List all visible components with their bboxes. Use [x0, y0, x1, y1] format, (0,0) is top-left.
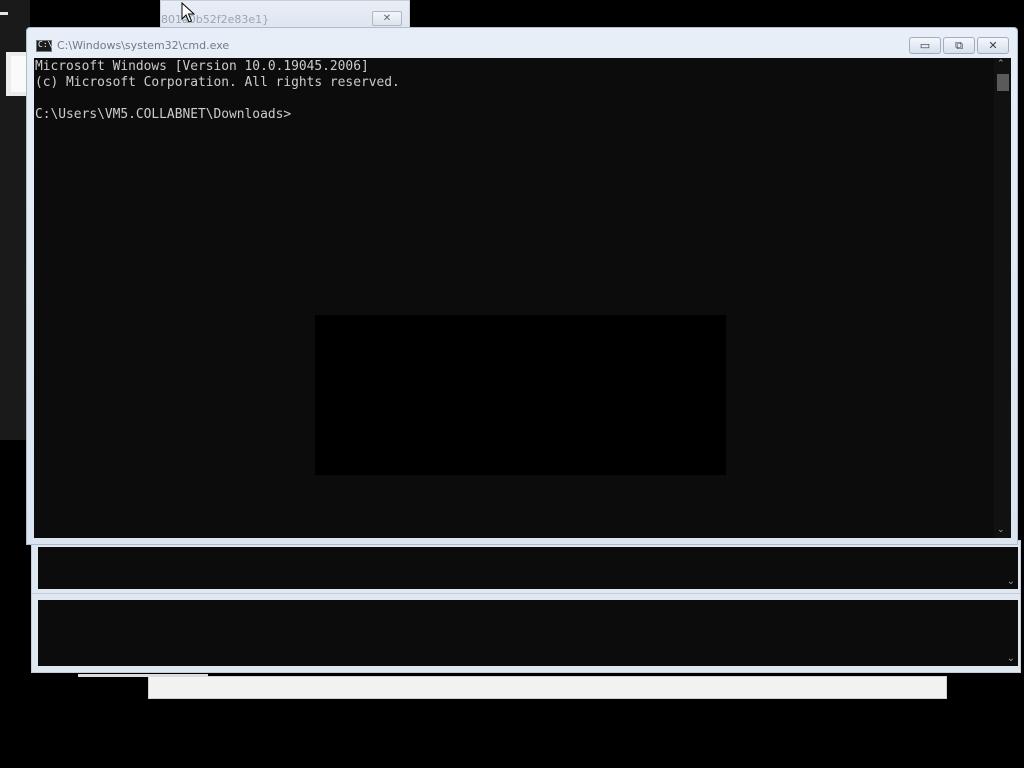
chevron-down-icon[interactable]: ⌄ [1007, 654, 1015, 664]
console-line-version: Microsoft Windows [Version 10.0.19045.20… [35, 59, 369, 74]
background-window-titlebar[interactable]: 801a̶0b52f2e83e1} ✕ [160, 0, 410, 28]
background-console-area [38, 547, 1002, 589]
black-overlay-box [315, 315, 726, 475]
background-console-area [38, 600, 1002, 666]
background-window-close-button[interactable]: ✕ [372, 11, 402, 26]
scroll-down-icon[interactable]: ⌄ [997, 525, 1005, 535]
mouse-cursor-icon [181, 2, 195, 23]
window-title: C:\Windows\system32\cmd.exe [57, 39, 230, 52]
scroll-up-icon[interactable]: ⌃ [997, 59, 1005, 69]
background-cmd-window-1[interactable]: ⌄ [31, 540, 1021, 596]
background-window-bar[interactable] [148, 676, 947, 699]
console-prompt[interactable]: C:\Users\VM5.COLLABNET\Downloads> [35, 107, 291, 122]
background-bracket-glyph [6, 52, 28, 96]
vertical-scrollbar[interactable]: ⌃ ⌄ [994, 58, 1011, 538]
background-window-edge [78, 674, 208, 677]
console-line-copyright: (c) Microsoft Corporation. All rights re… [35, 75, 400, 90]
console-output-area[interactable]: Microsoft Windows [Version 10.0.19045.20… [34, 58, 994, 538]
minimize-button[interactable]: ▭ [909, 37, 941, 54]
cmd-window[interactable]: C:\ C:\Windows\system32\cmd.exe ▭ ⧉ ✕ Mi… [26, 27, 1018, 545]
chevron-down-icon[interactable]: ⌄ [1007, 577, 1015, 587]
close-button[interactable]: ✕ [977, 37, 1009, 54]
background-cmd-window-2[interactable]: ⌄ [31, 593, 1021, 673]
cmd-app-icon[interactable]: C:\ [36, 40, 52, 52]
console-text: Microsoft Windows [Version 10.0.19045.20… [35, 59, 400, 123]
background-window-title: 801a̶0b52f2e83e1} [161, 13, 270, 26]
scrollbar-thumb[interactable] [997, 74, 1009, 91]
background-dash [0, 12, 8, 15]
maximize-button[interactable]: ⧉ [943, 37, 975, 54]
window-titlebar[interactable]: C:\ C:\Windows\system32\cmd.exe ▭ ⧉ ✕ [27, 28, 1017, 58]
